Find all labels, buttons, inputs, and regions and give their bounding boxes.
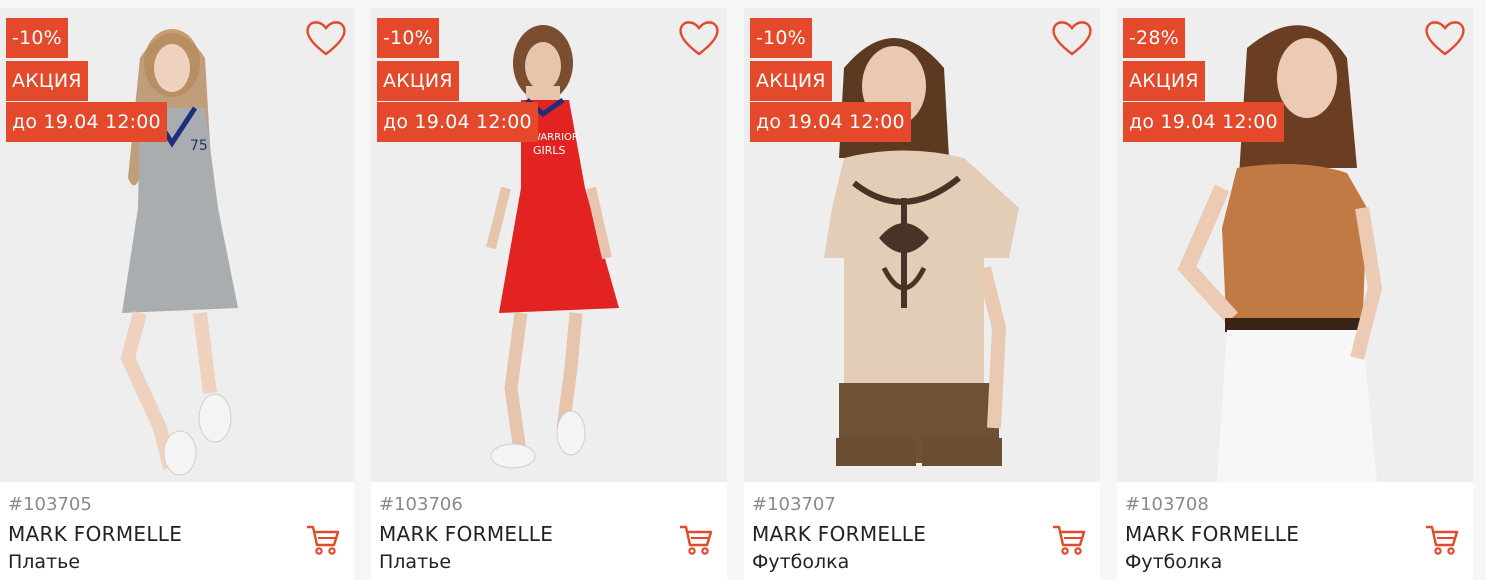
favorite-heart-icon[interactable]: [677, 18, 721, 58]
product-brand[interactable]: MARK FORMELLE: [8, 522, 182, 546]
product-sku: #103708: [1125, 494, 1209, 515]
add-to-cart-icon[interactable]: [1052, 524, 1086, 556]
add-to-cart-icon[interactable]: [679, 524, 713, 556]
product-type: Футболка: [1125, 551, 1223, 573]
promo-until-badge: до 19.04 12:00: [377, 102, 538, 142]
discount-badge: -10%: [6, 18, 68, 58]
promo-until-badge: до 19.04 12:00: [750, 102, 911, 142]
product-sku: #103707: [752, 494, 836, 515]
product-grid: 75 -10% АКЦИЯ до 19.04 12:00 #103705 MAR…: [0, 0, 1486, 580]
product-card[interactable]: WARRIOR GIRLS -10% АКЦИЯ до 19.04 12:00 …: [371, 8, 727, 580]
product-info: #103707 MARK FORMELLE Футболка: [752, 486, 1092, 580]
product-card[interactable]: -10% АКЦИЯ до 19.04 12:00 #103707 MARK F…: [744, 8, 1100, 580]
product-sku: #103705: [8, 494, 92, 515]
svg-text:75: 75: [190, 138, 208, 154]
add-to-cart-icon[interactable]: [1425, 524, 1459, 556]
discount-badge: -10%: [377, 18, 439, 58]
favorite-heart-icon[interactable]: [1050, 18, 1094, 58]
product-brand[interactable]: MARK FORMELLE: [752, 522, 926, 546]
promo-badge: АКЦИЯ: [6, 61, 88, 101]
discount-badge: -10%: [750, 18, 812, 58]
favorite-heart-icon[interactable]: [1423, 18, 1467, 58]
product-brand[interactable]: MARK FORMELLE: [379, 522, 553, 546]
favorite-heart-icon[interactable]: [304, 18, 348, 58]
promo-badge: АКЦИЯ: [750, 61, 832, 101]
product-info: #103708 MARK FORMELLE Футболка: [1125, 486, 1465, 580]
product-sku: #103706: [379, 494, 463, 515]
product-info: #103705 MARK FORMELLE Платье: [8, 486, 346, 580]
product-info: #103706 MARK FORMELLE Платье: [379, 486, 719, 580]
product-card[interactable]: -28% АКЦИЯ до 19.04 12:00 #103708 MARK F…: [1117, 8, 1473, 580]
discount-badge: -28%: [1123, 18, 1185, 58]
product-card[interactable]: 75 -10% АКЦИЯ до 19.04 12:00 #103705 MAR…: [0, 8, 354, 580]
add-to-cart-icon[interactable]: [306, 524, 340, 556]
promo-until-badge: до 19.04 12:00: [1123, 102, 1284, 142]
product-type: Платье: [379, 551, 452, 573]
promo-badge: АКЦИЯ: [1123, 61, 1205, 101]
product-type: Футболка: [752, 551, 850, 573]
product-type: Платье: [8, 551, 81, 573]
svg-text:GIRLS: GIRLS: [533, 144, 566, 157]
promo-until-badge: до 19.04 12:00: [6, 102, 167, 142]
product-brand[interactable]: MARK FORMELLE: [1125, 522, 1299, 546]
svg-text:WARRIOR: WARRIOR: [531, 132, 579, 143]
promo-badge: АКЦИЯ: [377, 61, 459, 101]
